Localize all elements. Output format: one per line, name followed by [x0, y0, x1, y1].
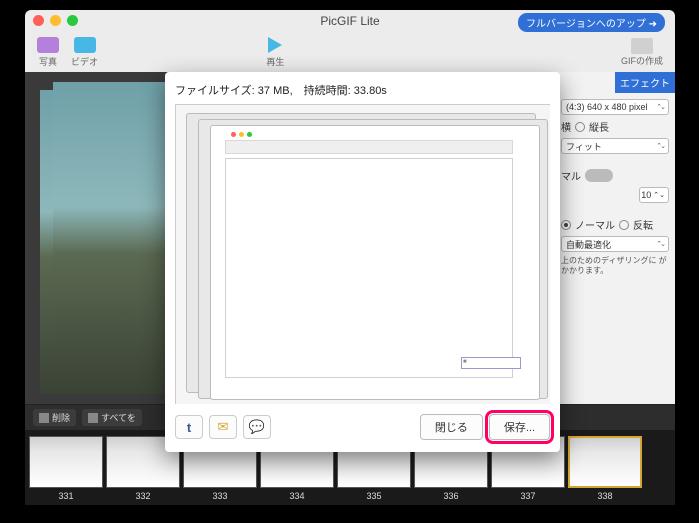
tab-effect[interactable]: エフェクト [615, 72, 675, 93]
sidebar: エフェクト (4:3) 640 x 480 pixel 横 縦長 フィット マル… [555, 72, 675, 404]
share-tumblr-button[interactable]: t [175, 415, 203, 439]
create-gif-button[interactable]: GIFの作成 [621, 38, 663, 67]
photo-tab[interactable]: 写真 [37, 37, 59, 68]
close-button[interactable]: 閉じる [420, 414, 483, 440]
frame-label: 333 [212, 491, 227, 501]
select-icon [88, 413, 98, 423]
app-window: PicGIF Lite フルバージョンへのアップ ➜ 写真 ビデオ 再生 GIF… [25, 10, 675, 505]
frame-label: 336 [443, 491, 458, 501]
modal-info: ファイルサイズ: 37 MB, 持続時間: 33.80s [175, 82, 550, 98]
titlebar: PicGIF Lite フルバージョンへのアップ ➜ [25, 10, 675, 32]
modal-footer: t ✉ 💬 閉じる 保存... [175, 412, 550, 442]
thumb [568, 436, 642, 488]
video-icon [74, 37, 96, 53]
frame-label: 337 [520, 491, 535, 501]
opt-select[interactable]: 自動最適化 [561, 236, 669, 252]
close-icon[interactable] [33, 15, 44, 26]
trash-icon [39, 413, 49, 423]
preview-area: ■ [175, 104, 550, 404]
maximize-icon[interactable] [67, 15, 78, 26]
window-title: PicGIF Lite [320, 14, 379, 28]
mode-pill[interactable] [585, 169, 613, 182]
play-icon [268, 37, 282, 53]
photo-icon [37, 37, 59, 53]
loop-reverse-radio[interactable] [619, 220, 629, 230]
frame-label: 334 [289, 491, 304, 501]
video-tab[interactable]: ビデオ [71, 37, 98, 68]
thumb [29, 436, 103, 488]
upgrade-button[interactable]: フルバージョンへのアップ ➜ [518, 13, 665, 32]
fps-input[interactable]: 10⌃⌄ [639, 187, 669, 203]
frame-338[interactable]: 338 [568, 436, 642, 501]
aspect-radio[interactable] [575, 122, 585, 132]
frame-label: 335 [366, 491, 381, 501]
loop-normal-radio[interactable] [561, 220, 571, 230]
save-button[interactable]: 保存... [489, 414, 550, 440]
share-message-button[interactable]: 💬 [243, 415, 271, 439]
share-mail-button[interactable]: ✉ [209, 415, 237, 439]
dither-note: 上のためのディザリングに がかかります。 [561, 256, 669, 277]
toolbar: 写真 ビデオ 再生 GIFの作成 [25, 32, 675, 72]
minimize-icon[interactable] [50, 15, 61, 26]
traffic-lights [33, 15, 78, 26]
delete-button[interactable]: 削除 [33, 409, 76, 426]
export-modal: ファイルサイズ: 37 MB, 持続時間: 33.80s ■ t ✉ 💬 閉じる… [165, 72, 560, 452]
play-button[interactable]: 再生 [266, 37, 284, 68]
frame-331[interactable]: 331 [29, 436, 103, 501]
frame-label: 332 [135, 491, 150, 501]
fit-select[interactable]: フィット [561, 138, 669, 154]
gif-icon [631, 38, 653, 54]
frame-label: 331 [58, 491, 73, 501]
frame-label: 338 [597, 491, 612, 501]
select-all-button[interactable]: すべてを [82, 409, 142, 426]
size-select[interactable]: (4:3) 640 x 480 pixel [561, 99, 669, 115]
